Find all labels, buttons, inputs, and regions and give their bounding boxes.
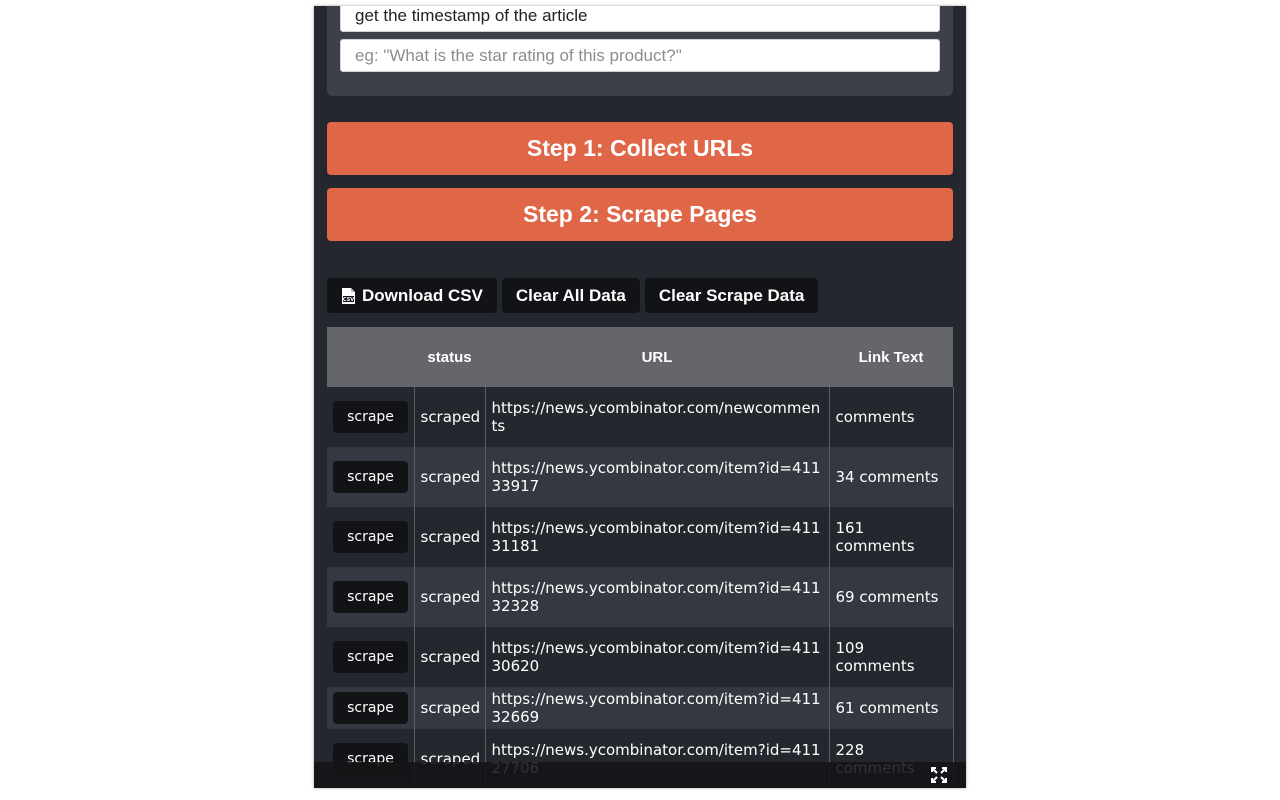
scrape-row-button[interactable]: scrape — [333, 401, 408, 433]
row-link-text: 109 comments — [829, 627, 954, 687]
header-url: URL — [641, 348, 673, 366]
header-link-text: Link Text — [858, 348, 924, 366]
row-status: scraped — [414, 507, 486, 567]
results-table-container: status URL Link Text scrape scraped http… — [327, 327, 954, 788]
download-csv-label: Download CSV — [362, 285, 483, 305]
prompt-field-1[interactable] — [340, 6, 940, 32]
row-link-text: 34 comments — [829, 447, 954, 507]
row-status: scraped — [414, 627, 486, 687]
scrape-row-button[interactable]: scrape — [333, 641, 408, 673]
clear-all-data-button[interactable]: Clear All Data — [501, 278, 640, 313]
header-action — [327, 327, 414, 387]
row-status: scraped — [414, 387, 486, 447]
row-status: scraped — [414, 447, 486, 507]
row-link-text: 61 comments — [829, 687, 954, 729]
clear-scrape-label: Clear Scrape Data — [658, 285, 805, 305]
bottom-overlay-bar — [314, 762, 966, 788]
row-status: scraped — [414, 687, 486, 729]
table-row: scrape scraped https://news.ycombinator.… — [327, 687, 954, 729]
scraper-panel: Step 1: Collect URLs Step 2: Scrape Page… — [314, 6, 966, 788]
scrape-row-button[interactable]: scrape — [333, 692, 408, 724]
clear-scrape-data-button[interactable]: Clear Scrape Data — [644, 278, 819, 313]
table-row: scrape scraped https://news.ycombinator.… — [327, 627, 954, 687]
collect-urls-button[interactable]: Step 1: Collect URLs — [327, 122, 953, 175]
download-csv-button[interactable]: CSV Download CSV — [327, 278, 497, 313]
table-header-row: status URL Link Text — [327, 327, 953, 387]
scrape-row-button[interactable]: scrape — [333, 461, 408, 493]
prompt-container — [327, 6, 953, 96]
scrape-row-button[interactable]: scrape — [333, 521, 408, 553]
row-status: scraped — [414, 567, 486, 627]
row-url[interactable]: https://news.ycombinator.com/item?id=411… — [485, 687, 830, 729]
row-link-text: 69 comments — [829, 567, 954, 627]
header-status: status — [427, 348, 472, 366]
row-link-text: comments — [829, 387, 954, 447]
expand-icon[interactable] — [930, 766, 948, 784]
data-toolbar: CSV Download CSV Clear All Data Clear Sc… — [327, 278, 819, 313]
row-url[interactable]: https://news.ycombinator.com/item?id=411… — [485, 507, 830, 567]
table-row: scrape scraped https://news.ycombinator.… — [327, 447, 954, 507]
scrape-pages-button[interactable]: Step 2: Scrape Pages — [327, 188, 953, 241]
csv-file-icon: CSV — [342, 287, 355, 304]
row-url[interactable]: https://news.ycombinator.com/newcomments — [485, 387, 830, 447]
prompt-field-2[interactable] — [340, 39, 940, 72]
collect-urls-label: Step 1: Collect URLs — [526, 135, 754, 161]
table-row: scrape scraped https://news.ycombinator.… — [327, 567, 954, 627]
table-row: scrape scraped https://news.ycombinator.… — [327, 387, 954, 447]
row-url[interactable]: https://news.ycombinator.com/item?id=411… — [485, 567, 830, 627]
scrape-row-button[interactable]: scrape — [333, 581, 408, 613]
svg-text:CSV: CSV — [343, 297, 354, 303]
clear-all-label: Clear All Data — [515, 285, 626, 305]
row-url[interactable]: https://news.ycombinator.com/item?id=411… — [485, 447, 830, 507]
row-link-text: 161 comments — [829, 507, 954, 567]
results-table: status URL Link Text scrape scraped http… — [327, 327, 954, 788]
row-url[interactable]: https://news.ycombinator.com/item?id=411… — [485, 627, 830, 687]
table-row: scrape scraped https://news.ycombinator.… — [327, 507, 954, 567]
scrape-pages-label: Step 2: Scrape Pages — [523, 201, 757, 227]
